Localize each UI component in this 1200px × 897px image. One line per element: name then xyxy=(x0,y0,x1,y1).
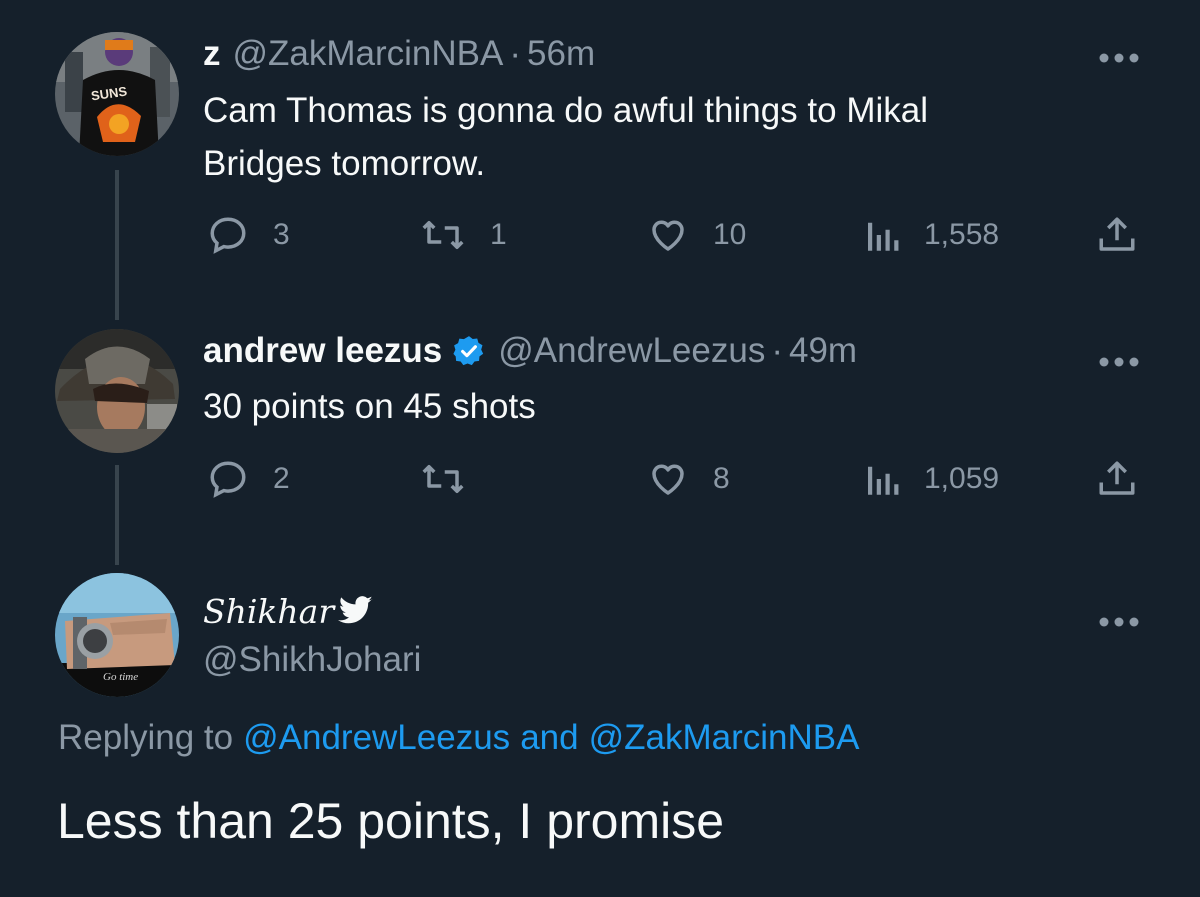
more-dots-icon xyxy=(1099,53,1139,63)
replying-and: and xyxy=(520,718,579,757)
reply-button[interactable]: 2 xyxy=(205,458,290,500)
thread-line-2 xyxy=(115,465,119,565)
tweet-header: z @ZakMarcinNBA · 56m xyxy=(203,32,595,76)
views-icon xyxy=(868,222,899,251)
like-count: 8 xyxy=(713,462,730,495)
views-button[interactable]: 1,558 xyxy=(862,214,999,256)
avatar[interactable]: Go time xyxy=(55,573,179,697)
share-icon xyxy=(1099,461,1135,495)
tweet-text: 30 points on 45 shots xyxy=(203,387,536,426)
more-dots-icon xyxy=(1099,617,1139,627)
display-name[interactable]: z xyxy=(203,34,221,74)
retweet-icon xyxy=(422,465,464,493)
views-count: 1,059 xyxy=(924,462,1000,495)
more-icon[interactable] xyxy=(1098,38,1140,72)
handle[interactable]: @AndrewLeezus xyxy=(498,331,765,371)
reply-count: 3 xyxy=(273,218,290,251)
like-button[interactable]: 8 xyxy=(645,458,730,500)
more-dots-icon xyxy=(1099,357,1139,367)
reply-icon xyxy=(210,461,246,498)
verified-badge-icon[interactable] xyxy=(452,334,486,368)
reply-icon xyxy=(210,217,246,254)
mention-link[interactable]: @ZakMarcinNBA xyxy=(589,718,860,758)
views-button[interactable]: 1,059 xyxy=(862,458,999,500)
avatar[interactable] xyxy=(55,329,179,453)
handle[interactable]: @ZakMarcinNBA xyxy=(233,34,504,74)
mention-link[interactable]: @AndrewLeezus xyxy=(243,718,510,758)
timestamp[interactable]: 49m xyxy=(789,331,857,371)
more-icon[interactable] xyxy=(1098,342,1140,376)
handle[interactable]: @ShikhJohari xyxy=(203,640,421,680)
like-icon xyxy=(652,464,684,495)
more-icon[interactable] xyxy=(1098,602,1140,636)
share-icon xyxy=(1099,217,1135,251)
separator: · xyxy=(509,34,522,73)
tweet-text-line: Cam Thomas is gonna do awful things to M… xyxy=(203,91,928,130)
avatar-caption: Go time xyxy=(103,671,139,683)
tweet-header: andrew leezus @AndrewLeezus · 49m xyxy=(203,329,857,373)
reply-count: 2 xyxy=(273,462,290,495)
retweet-icon xyxy=(422,221,464,249)
replying-to: Replying to @AndrewLeezus and @ZakMarcin… xyxy=(58,718,859,758)
retweet-button[interactable]: 1 xyxy=(418,214,507,256)
main-tweet-text: Less than 25 points, I promise xyxy=(57,793,725,849)
tweet-text-line: Bridges tomorrow. xyxy=(203,144,486,183)
twitter-bird-icon xyxy=(338,596,373,624)
separator: · xyxy=(771,331,783,370)
retweet-button[interactable] xyxy=(418,458,490,500)
avatar[interactable]: SUNS xyxy=(55,32,179,156)
share-button[interactable] xyxy=(1096,458,1160,500)
like-icon xyxy=(652,220,684,251)
views-icon xyxy=(868,466,899,495)
share-button[interactable] xyxy=(1096,214,1160,256)
display-name[interactable]: Shikhar xyxy=(203,592,334,631)
replying-prefix: Replying to xyxy=(58,718,234,757)
tweet-header: Shikhar xyxy=(203,589,374,633)
like-count: 10 xyxy=(713,218,747,251)
display-name[interactable]: andrew leezus xyxy=(203,331,442,371)
like-button[interactable]: 10 xyxy=(645,214,746,256)
views-count: 1,558 xyxy=(924,218,1000,251)
avatar-image-icon xyxy=(55,329,179,453)
retweet-count: 1 xyxy=(490,218,507,251)
thread-line-1 xyxy=(115,170,119,320)
reply-button[interactable]: 3 xyxy=(205,214,290,256)
timestamp[interactable]: 56m xyxy=(527,34,595,74)
tweet-text: Cam Thomas is gonna do awful things to M… xyxy=(203,84,928,190)
